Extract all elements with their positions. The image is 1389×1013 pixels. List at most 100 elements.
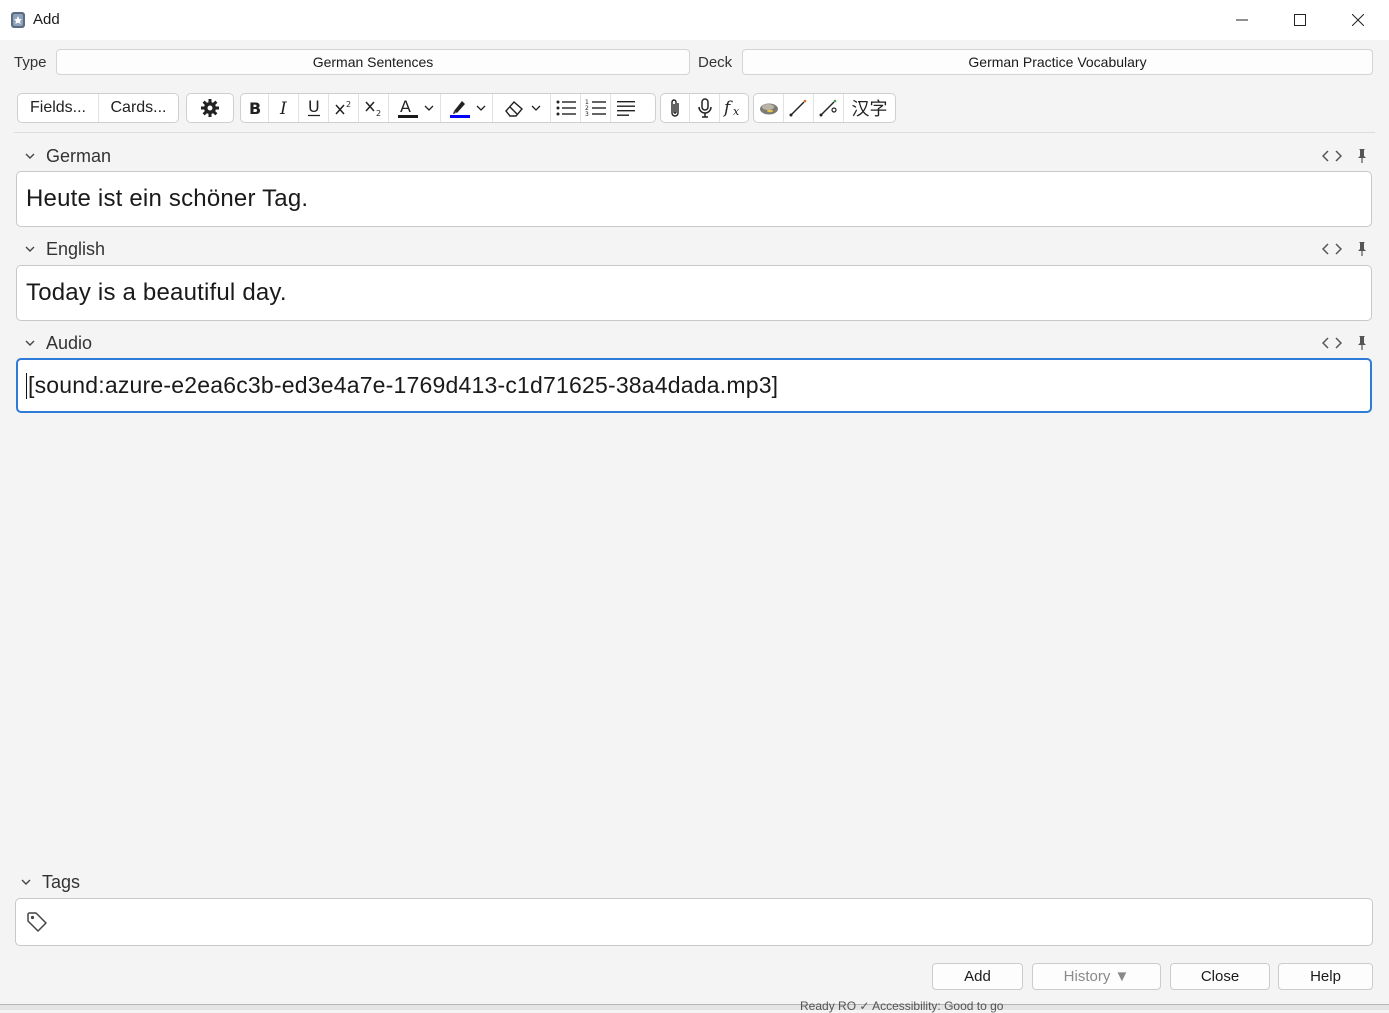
tags-header[interactable]: Tags [20, 871, 80, 893]
subscript-icon: 2 [364, 101, 381, 117]
bold-button[interactable]: B [241, 94, 269, 122]
stroke-tool-alt-button[interactable] [814, 94, 844, 122]
microphone-icon [697, 98, 712, 118]
underline-button[interactable]: U [299, 94, 329, 122]
bold-icon: B [249, 100, 261, 116]
close-window-button[interactable] [1329, 0, 1387, 40]
eraser-icon [504, 101, 523, 117]
underline-icon: U [307, 99, 320, 117]
pin-icon[interactable] [1356, 148, 1368, 164]
close-icon [1352, 14, 1364, 26]
field-actions [1322, 145, 1368, 167]
svg-text:2: 2 [346, 100, 351, 109]
chevron-down-icon [25, 153, 35, 159]
field-header-german[interactable]: German [24, 145, 111, 167]
deck-selector[interactable]: German Practice Vocabulary [742, 49, 1373, 75]
chevron-down-icon [531, 105, 540, 111]
deck-label: Deck [698, 54, 733, 71]
tag-icon [27, 912, 47, 932]
field-actions [1322, 238, 1368, 260]
tags-label: Tags [42, 871, 81, 892]
numbered-list-icon: 123 [585, 99, 606, 117]
stone-icon [759, 103, 778, 115]
mathjax-button[interactable]: fx [720, 94, 748, 122]
numbered-list-button[interactable]: 123 [581, 94, 611, 122]
help-button[interactable]: Help [1278, 963, 1373, 990]
history-button[interactable]: History ▼ [1032, 963, 1161, 990]
italic-icon: I [279, 100, 287, 116]
formatting-group: B I U 2 2 A 123 [240, 93, 656, 123]
svg-text:f: f [723, 98, 733, 118]
svg-text:2: 2 [376, 109, 381, 117]
field-value: Heute ist ein schöner Tag. [26, 185, 309, 212]
field-value: [sound:azure-e2ea6c3b-ed3e4a7e-1769d413-… [28, 372, 779, 398]
superscript-button[interactable]: 2 [329, 94, 359, 122]
close-button[interactable]: Close [1170, 963, 1270, 990]
bullet-list-button[interactable] [551, 94, 581, 122]
svg-text:3: 3 [585, 111, 589, 117]
pin-icon[interactable] [1356, 335, 1368, 351]
function-icon: fx [723, 98, 740, 118]
svg-text:U: U [308, 99, 320, 116]
field-label: English [46, 238, 106, 259]
title-bar [0, 0, 1389, 40]
html-editor-icon[interactable] [1322, 149, 1342, 163]
chevron-down-icon [21, 879, 31, 885]
text-color-icon: A [397, 97, 418, 118]
stroke-tool-button[interactable] [784, 94, 814, 122]
addon-group: 汉字 [753, 93, 896, 123]
window-title: Add [33, 11, 60, 28]
type-label: Type [14, 54, 47, 71]
svg-text:B: B [249, 100, 261, 116]
align-button[interactable] [611, 94, 641, 122]
field-label: Audio [46, 332, 93, 353]
app-icon [10, 11, 26, 29]
text-color-button[interactable]: A [389, 94, 441, 122]
minimize-icon [1236, 19, 1248, 21]
field-header-english[interactable]: English [24, 238, 105, 260]
paperclip-icon [671, 99, 679, 117]
field-editor-german[interactable]: Heute ist ein schöner Tag. [16, 171, 1372, 227]
toolbar-divider [14, 132, 1375, 133]
text-cursor [26, 372, 27, 399]
chevron-down-icon [476, 105, 485, 111]
bullet-list-icon [556, 100, 576, 116]
clear-formatting-button[interactable] [493, 94, 551, 122]
chinese-button[interactable]: 汉字 [844, 94, 895, 122]
field-header-audio[interactable]: Audio [24, 332, 92, 354]
background-window-strip [0, 1004, 1389, 1010]
subscript-button[interactable]: 2 [359, 94, 389, 122]
highlighter-icon [449, 101, 470, 118]
fields-button[interactable]: Fields... [18, 94, 99, 122]
maximize-button[interactable] [1271, 0, 1329, 40]
background-status-text: Ready RO ✓ Accessibility: Good to go [800, 999, 1004, 1013]
field-label: German [46, 145, 112, 166]
record-audio-button[interactable] [690, 94, 720, 122]
html-editor-icon[interactable] [1322, 336, 1342, 350]
field-editor-audio[interactable]: [sound:azure-e2ea6c3b-ed3e4a7e-1769d413-… [16, 358, 1372, 413]
cards-button[interactable]: Cards... [99, 94, 178, 122]
svg-text:I: I [279, 100, 287, 116]
options-button[interactable] [187, 94, 233, 122]
attach-button[interactable] [661, 94, 690, 122]
pin-icon[interactable] [1356, 241, 1368, 257]
svg-text:A: A [400, 97, 411, 116]
add-button[interactable]: Add [932, 963, 1023, 990]
chevron-down-icon [25, 246, 35, 252]
field-value: Today is a beautiful day. [26, 279, 287, 306]
italic-button[interactable]: I [269, 94, 299, 122]
highlight-color-button[interactable] [441, 94, 493, 122]
options-group [186, 93, 234, 123]
field-editor-english[interactable]: Today is a beautiful day. [16, 265, 1372, 321]
media-group: fx [660, 93, 749, 123]
line-tool-alt-icon [819, 99, 837, 117]
minimize-button[interactable] [1213, 0, 1271, 40]
html-editor-icon[interactable] [1322, 242, 1342, 256]
align-icon [617, 101, 635, 116]
fields-cards-group: Fields... Cards... [17, 93, 179, 123]
tags-input[interactable] [15, 898, 1373, 946]
image-occlusion-button[interactable] [754, 94, 784, 122]
chevron-down-icon [25, 340, 35, 346]
note-type-selector[interactable]: German Sentences [56, 49, 690, 75]
chevron-down-icon [424, 105, 433, 111]
